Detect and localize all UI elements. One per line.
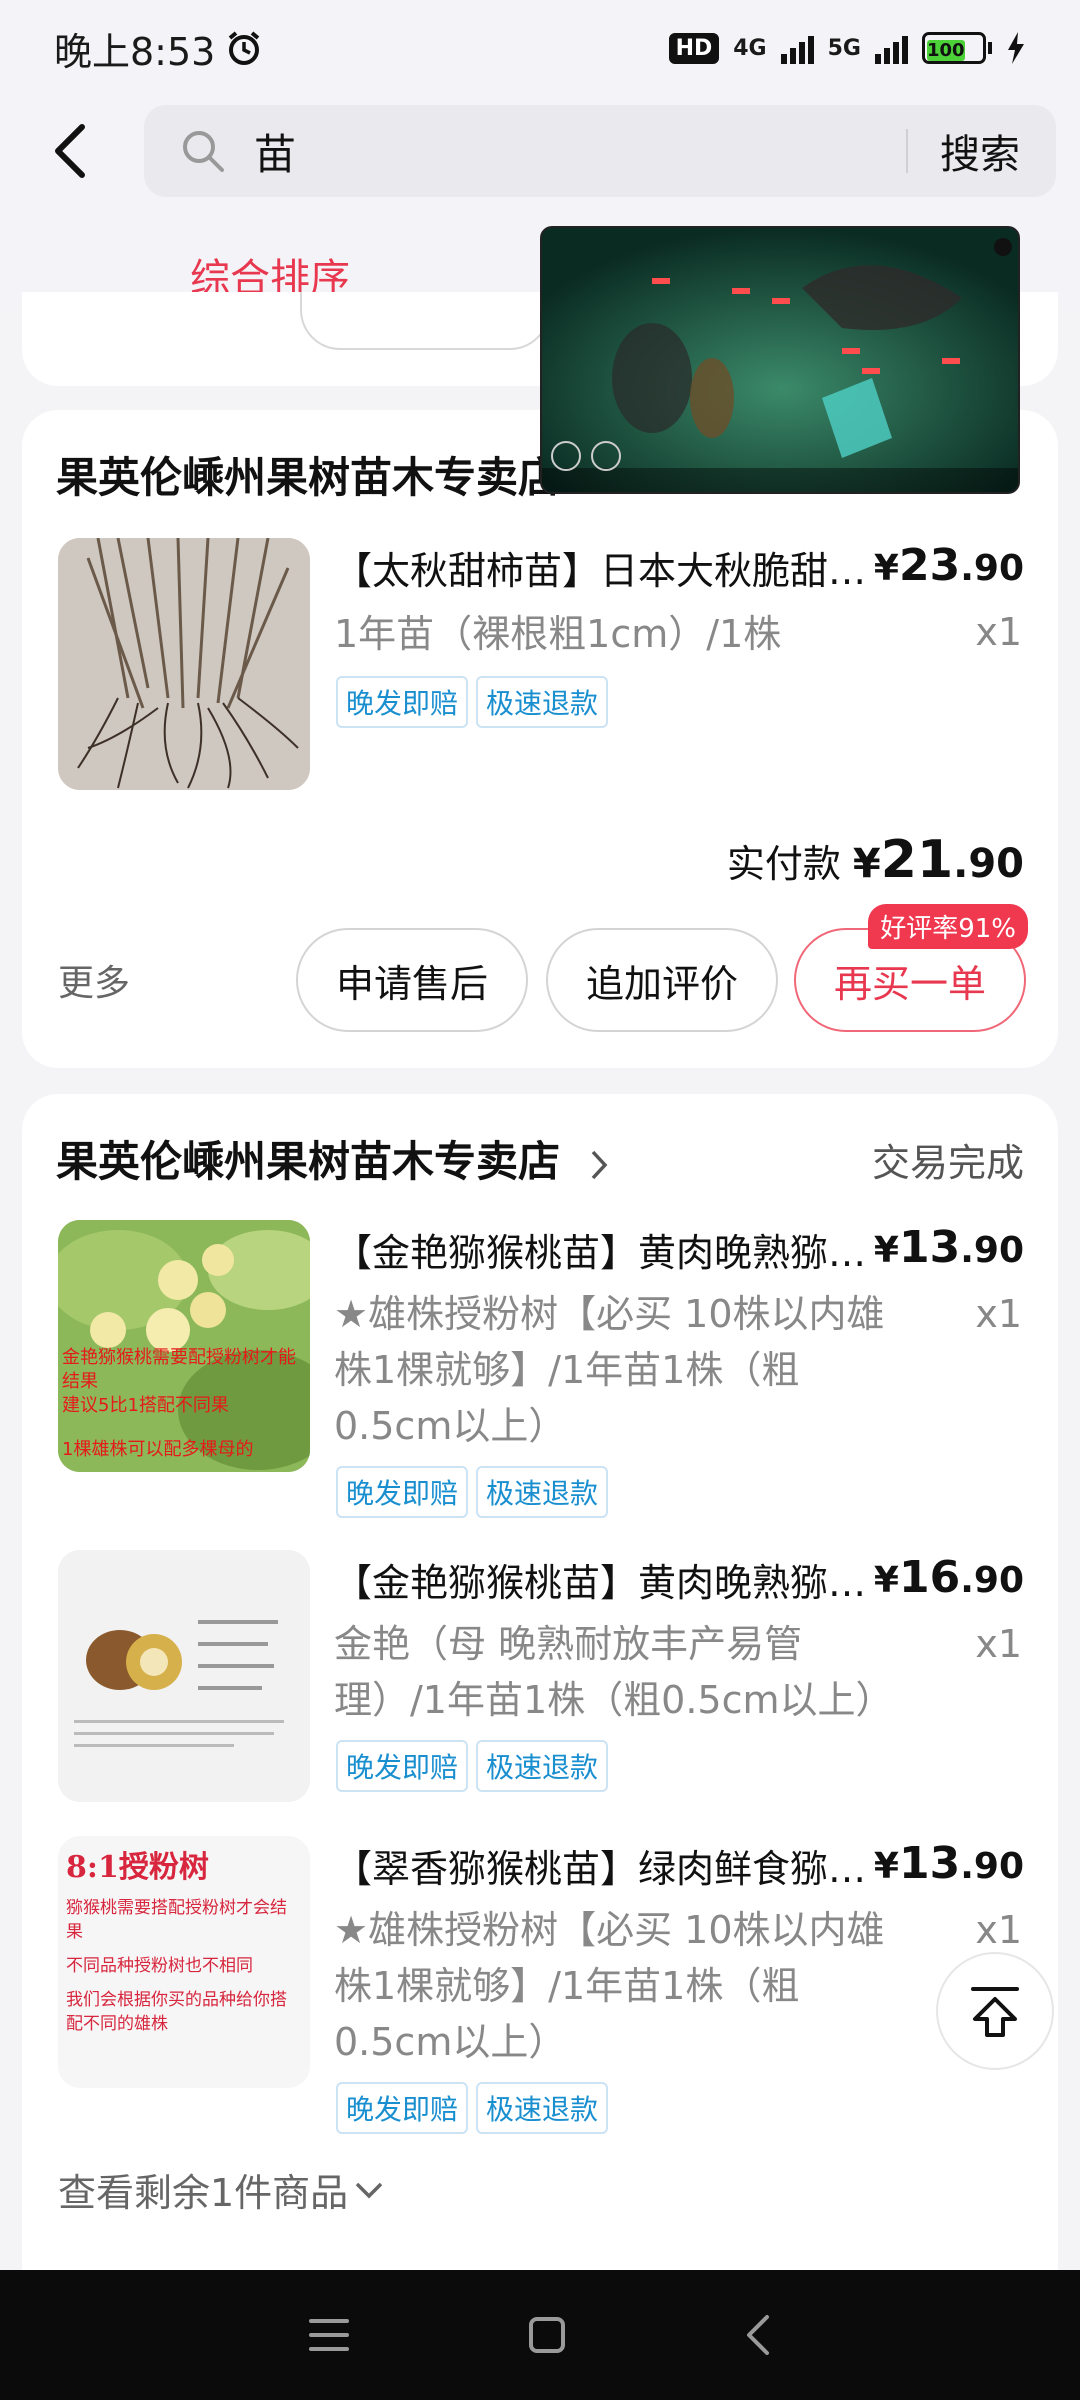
search-query-text: 苗 (254, 129, 297, 179)
tag-fast-refund: 极速退款 (476, 2082, 609, 2134)
item-qty: x1 (975, 1292, 1022, 1336)
product-thumbnail[interactable] (58, 1550, 310, 1802)
hd-badge: HD (668, 32, 720, 64)
store-name[interactable]: 果英伦嵊州果树苗木专卖店 (56, 444, 560, 505)
chevron-right-icon (591, 1150, 608, 1179)
chevron-down-icon (355, 2182, 383, 2198)
net-5g-label: 5G (827, 35, 861, 61)
thumbnail-caption-title: 8:1授粉树 (66, 1850, 209, 1885)
order-status: 交易完成 (871, 1141, 1024, 1185)
item-title[interactable]: 【金艳猕猴桃苗】黄肉晚熟猕猴桃... (334, 1552, 874, 1607)
tag-late-ship-compensation: 晚发即赔 (336, 1740, 469, 1792)
order-card: 果英伦嵊州果树苗木专卖店 【太秋甜柿苗】日本大秋脆甜柿子... ¥23.90 1… (22, 410, 1058, 1068)
thumbnail-caption: 猕猴桃需要搭配授粉树才会结果 不同品种授粉树也不相同 我们会根据你买的品种给你搭… (66, 1898, 287, 2034)
item-price: ¥16.90 (873, 1552, 1024, 1603)
game-video-frame (542, 228, 1018, 492)
tag-fast-refund: 极速退款 (476, 1466, 609, 1518)
scroll-to-top-button[interactable] (936, 1952, 1054, 2070)
search-header: 苗 搜索 (0, 96, 1080, 206)
tag-fast-refund: 极速退款 (476, 676, 609, 728)
item-tags: 晚发即赔 极速退款 (336, 676, 609, 728)
kiwi-fruit-image (58, 1550, 310, 1802)
tag-fast-refund: 极速退款 (476, 1740, 609, 1792)
item-price: ¥13.90 (873, 1838, 1024, 1889)
partial-button[interactable] (300, 292, 550, 350)
nav-back-icon[interactable] (743, 2313, 773, 2357)
item-spec: 金艳（母 晚熟耐放丰产易管理）/1年苗1株（粗0.5cm以上） (334, 1622, 894, 1722)
item-spec: 1年苗（裸根粗1cm）/1株 (334, 612, 782, 656)
status-right: HD 4G 5G 100 (668, 32, 1026, 64)
product-thumbnail[interactable]: 金艳猕猴桃需要配授粉树才能结果 建议5比1搭配不同果 1棵雄株可以配多棵母的 (58, 1220, 310, 1472)
item-title[interactable]: 【翠香猕猴桃苗】绿肉鲜食猕猴桃... (334, 1838, 874, 1893)
view-remaining-items-link[interactable]: 查看剩余1件商品 (58, 2162, 384, 2217)
battery-icon: 100 (922, 32, 992, 64)
item-title[interactable]: 【太秋甜柿苗】日本大秋脆甜柿子... (334, 540, 874, 595)
status-left: 晚上8:53 (54, 21, 263, 76)
search-button[interactable]: 搜索 (940, 122, 1020, 180)
search-icon (183, 131, 224, 172)
more-link[interactable]: 更多 (58, 954, 130, 1006)
item-qty: x1 (975, 1622, 1022, 1666)
item-price: ¥23.90 (873, 540, 1024, 591)
tag-late-ship-compensation: 晚发即赔 (336, 2082, 469, 2134)
item-spec: ★雄株授粉树【必买 10株以内雄株1棵就够】/1年苗1株（粗0.5cm以上） (334, 1908, 885, 2064)
product-thumbnail[interactable] (58, 538, 310, 790)
signal-icon (780, 32, 814, 64)
alarm-icon (229, 31, 260, 65)
item-price: ¥13.90 (873, 1222, 1024, 1273)
status-time: 晚上8:53 (54, 29, 216, 74)
thumbnail-caption: 金艳猕猴桃需要配授粉树才能结果 建议5比1搭配不同果 1棵雄株可以配多棵母的 (62, 1347, 296, 1460)
item-tags: 晚发即赔 极速退款 (336, 1740, 609, 1792)
product-thumbnail[interactable]: 8:1授粉树 猕猴桃需要搭配授粉树才会结果 不同品种授粉树也不相同 我们会根据你… (58, 1836, 310, 2088)
menu-icon[interactable] (307, 2315, 351, 2355)
store-name[interactable]: 果英伦嵊州果树苗木专卖店 (56, 1128, 609, 1189)
signal-icon (875, 32, 908, 64)
home-icon[interactable] (525, 2313, 569, 2357)
item-spec: ★雄株授粉树【必买 10株以内雄株1棵就够】/1年苗1株（粗0.5cm以上） (334, 1292, 885, 1448)
order-card: 果英伦嵊州果树苗木专卖店 交易完成 金艳猕猴桃需要配授粉树才能结果 建议5比1搭… (22, 1094, 1058, 2314)
item-title[interactable]: 【金艳猕猴桃苗】黄肉晚熟猕猴桃... (334, 1222, 874, 1277)
status-bar: 晚上8:53 HD 4G 5G 100 (0, 0, 1080, 96)
search-input[interactable]: 苗 搜索 (144, 105, 1056, 197)
search-divider (906, 129, 908, 173)
after-sale-button[interactable]: 申请售后 (296, 928, 528, 1032)
item-qty: x1 (975, 610, 1022, 654)
paid-amount: 实付款 ¥21.90 (726, 830, 1024, 890)
rating-badge: 好评率91% (868, 904, 1028, 949)
item-tags: 晚发即赔 极速退款 (336, 2082, 609, 2134)
seedling-image (58, 538, 310, 790)
charging-icon (1008, 32, 1024, 64)
back-arrow-icon (55, 124, 85, 178)
battery-level: 100 (927, 40, 965, 61)
net-4g-label: 4G (733, 35, 767, 61)
system-nav-bar (0, 2270, 1080, 2400)
scroll-to-top-icon (971, 1987, 1019, 2037)
floating-video-player[interactable] (540, 226, 1020, 494)
back-button[interactable] (40, 111, 100, 191)
item-qty: x1 (975, 1908, 1022, 1952)
item-tags: 晚发即赔 极速退款 (336, 1466, 609, 1518)
tag-late-ship-compensation: 晚发即赔 (336, 1466, 469, 1518)
add-review-button[interactable]: 追加评价 (546, 928, 778, 1032)
tag-late-ship-compensation: 晚发即赔 (336, 676, 469, 728)
